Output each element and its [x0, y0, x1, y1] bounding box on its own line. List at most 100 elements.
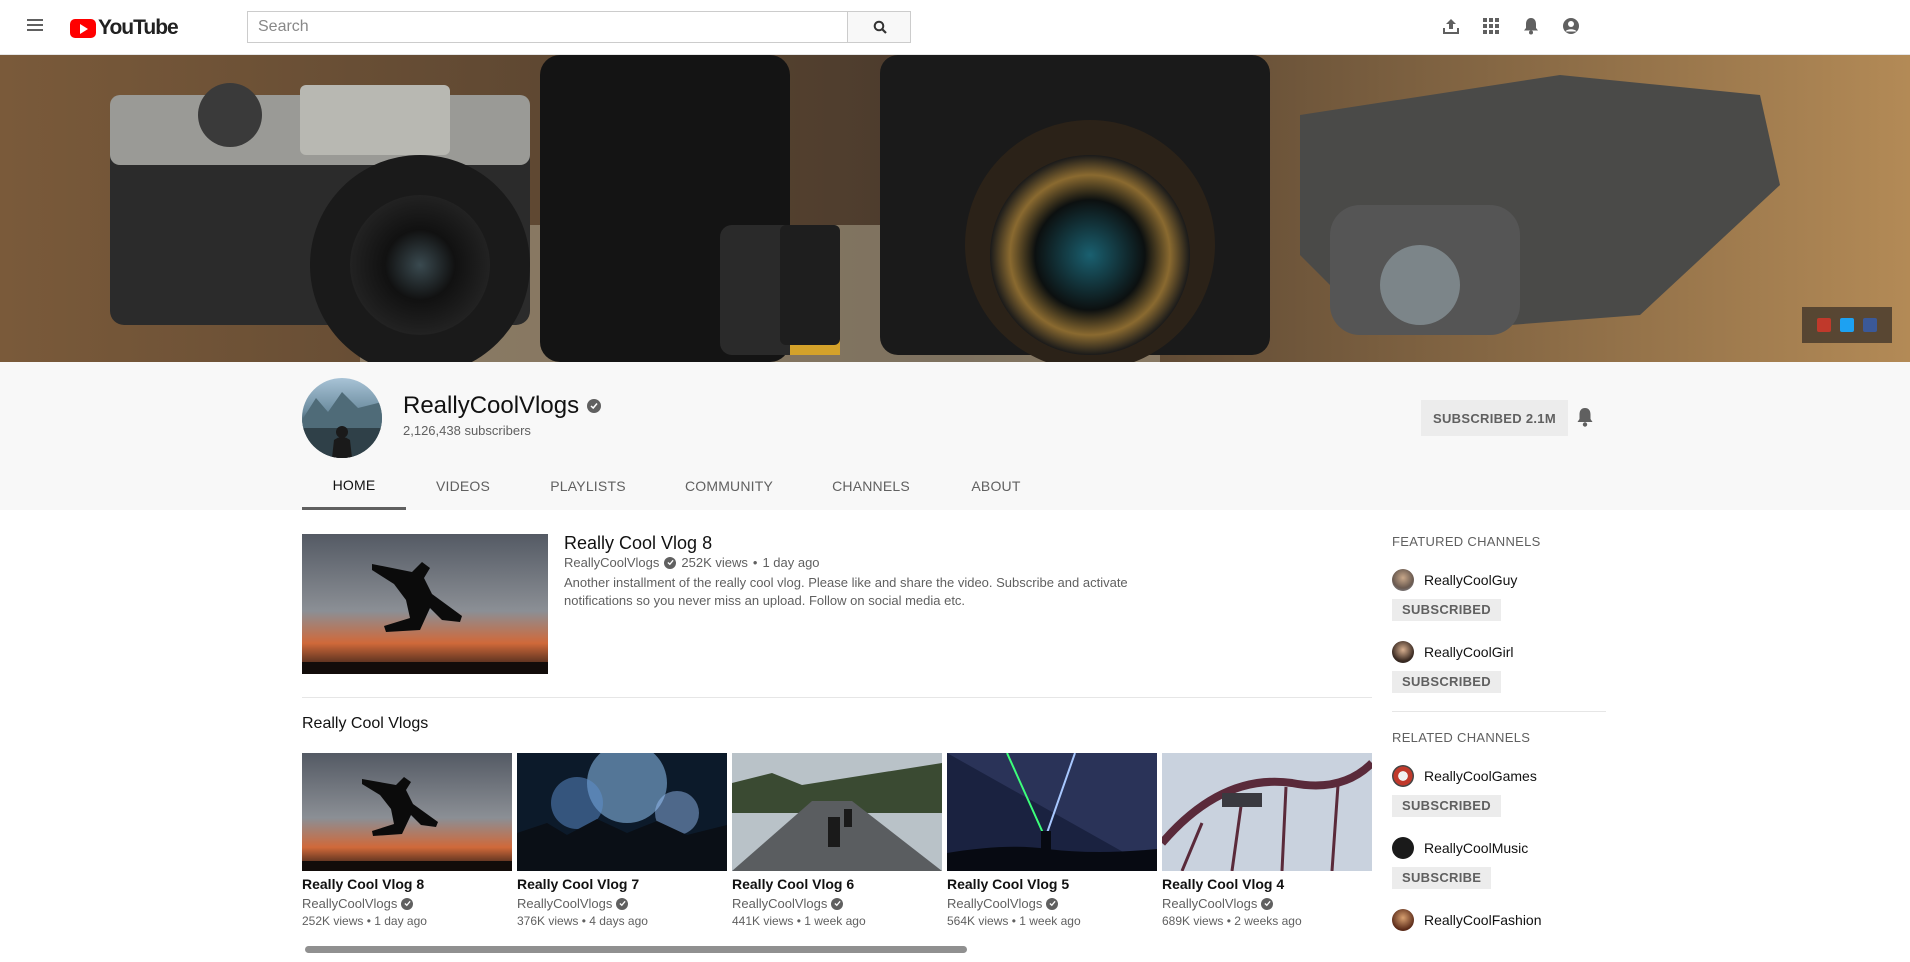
search-button[interactable]	[847, 11, 911, 43]
verified-icon	[664, 556, 677, 569]
shelf-video-item[interactable]: Really Cool Vlog 6 ReallyCoolVlogs 441K …	[732, 753, 942, 928]
video-meta: 376K views • 4 days ago	[517, 914, 648, 928]
road-skaters-image	[732, 753, 942, 871]
verified-icon	[1261, 897, 1274, 910]
channel-name: ReallyCoolVlogs	[403, 392, 580, 419]
roller-coaster-image	[1162, 753, 1372, 871]
featured-channel-item: ReallyCoolGuy SUBSCRIBED	[1392, 569, 1606, 621]
logo-text: YouTube	[98, 16, 179, 39]
verified-icon	[587, 399, 602, 413]
video-channel: ReallyCoolVlogs	[517, 896, 727, 911]
channel-name[interactable]: ReallyCoolGames	[1424, 768, 1537, 784]
jump-silhouette-image	[302, 753, 512, 871]
video-channel: ReallyCoolVlogs	[732, 896, 942, 911]
channel-avatar[interactable]	[1392, 837, 1414, 859]
video-title[interactable]: Really Cool Vlog 6	[732, 876, 942, 892]
facebook-icon[interactable]	[1863, 318, 1877, 332]
search-input[interactable]	[247, 11, 847, 43]
channel-header: ReallyCoolVlogs 2,126,438 subscribers SU…	[0, 362, 1910, 510]
related-channel-item: ReallyCoolGames SUBSCRIBED	[1392, 765, 1606, 817]
shelf-scrollbar[interactable]	[305, 946, 967, 953]
channel-avatar[interactable]	[1392, 569, 1414, 591]
related-channel-item: ReallyCoolMusic SUBSCRIBE	[1392, 837, 1606, 889]
instagram-icon[interactable]	[1817, 318, 1831, 332]
channel-link[interactable]: ReallyCoolVlogs	[1162, 896, 1257, 911]
banner-artwork	[0, 55, 1910, 362]
video-thumbnail[interactable]	[517, 753, 727, 871]
channel-avatar[interactable]	[1392, 765, 1414, 787]
verified-icon	[616, 897, 629, 910]
notification-bell-icon[interactable]	[1576, 407, 1594, 432]
video-meta: 252K views • 1 day ago	[302, 914, 427, 928]
apps-icon[interactable]	[1480, 15, 1502, 37]
social-links	[1802, 307, 1892, 343]
account-icon[interactable]	[1560, 15, 1582, 37]
featured-video-description: Another installment of the really cool v…	[564, 575, 1128, 608]
separator-dot: •	[752, 555, 758, 570]
channels-sidebar: FEATURED CHANNELS ReallyCoolGuy SUBSCRIB…	[1392, 530, 1606, 931]
featured-channel-name[interactable]: ReallyCoolVlogs	[564, 555, 659, 570]
video-channel: ReallyCoolVlogs	[302, 896, 512, 911]
video-thumbnail[interactable]	[732, 753, 942, 871]
tab-videos[interactable]: VIDEOS	[406, 462, 520, 510]
channel-link[interactable]: ReallyCoolVlogs	[732, 896, 827, 911]
related-channels-heading: RELATED CHANNELS	[1392, 730, 1531, 745]
channel-avatar[interactable]	[302, 378, 382, 458]
twitter-icon[interactable]	[1840, 318, 1854, 332]
subscribed-button[interactable]: SUBSCRIBED	[1392, 671, 1501, 693]
avatar-image	[302, 392, 382, 458]
channel-link[interactable]: ReallyCoolVlogs	[517, 896, 612, 911]
subscribe-button[interactable]: SUBSCRIBE	[1392, 867, 1492, 889]
channel-avatar[interactable]	[1392, 909, 1414, 931]
video-thumbnail[interactable]	[947, 753, 1157, 871]
channel-banner	[0, 55, 1910, 362]
sidebar-divider	[1392, 711, 1606, 712]
tab-community[interactable]: COMMUNITY	[656, 462, 802, 510]
video-thumbnail[interactable]	[302, 753, 512, 871]
channel-link[interactable]: ReallyCoolVlogs	[302, 896, 397, 911]
top-bar: YouTube	[0, 0, 1910, 55]
concert-image	[517, 753, 727, 871]
shelf-video-item[interactable]: Really Cool Vlog 5 ReallyCoolVlogs 564K …	[947, 753, 1157, 928]
featured-video-meta: ReallyCoolVlogs 252K views • 1 day ago	[564, 555, 820, 570]
channel-name[interactable]: ReallyCoolMusic	[1424, 840, 1528, 856]
subscribed-button[interactable]: SUBSCRIBED	[1392, 795, 1501, 817]
hamburger-menu-icon[interactable]	[24, 16, 46, 38]
featured-video-thumbnail[interactable]	[302, 534, 548, 674]
video-thumbnail[interactable]	[1162, 753, 1372, 871]
featured-views: 252K views	[681, 555, 748, 570]
tab-channels[interactable]: CHANNELS	[802, 462, 940, 510]
video-title[interactable]: Really Cool Vlog 4	[1162, 876, 1372, 892]
verified-icon	[1046, 897, 1059, 910]
tab-about[interactable]: ABOUT	[940, 462, 1052, 510]
featured-age: 1 day ago	[762, 555, 820, 570]
tab-home[interactable]: HOME	[302, 462, 406, 510]
related-channel-item: ReallyCoolFashion	[1392, 909, 1606, 931]
channel-avatar[interactable]	[1392, 641, 1414, 663]
video-channel: ReallyCoolVlogs	[1162, 896, 1372, 911]
subscriber-count: 2,126,438 subscribers	[403, 423, 531, 438]
upload-icon[interactable]	[1440, 15, 1462, 37]
tab-playlists[interactable]: PLAYLISTS	[520, 462, 656, 510]
shelf-video-item[interactable]: Really Cool Vlog 8 ReallyCoolVlogs 252K …	[302, 753, 512, 928]
subscribed-button[interactable]: SUBSCRIBED	[1392, 599, 1501, 621]
video-title[interactable]: Really Cool Vlog 5	[947, 876, 1157, 892]
shelf-video-item[interactable]: Really Cool Vlog 7 ReallyCoolVlogs 376K …	[517, 753, 727, 928]
play-logo-icon	[70, 18, 96, 38]
video-meta: 564K views • 1 week ago	[947, 914, 1081, 928]
youtube-logo[interactable]: YouTube	[70, 16, 179, 40]
video-title[interactable]: Really Cool Vlog 8	[302, 876, 512, 892]
video-title[interactable]: Really Cool Vlog 7	[517, 876, 727, 892]
subscribed-button[interactable]: SUBSCRIBED 2.1M	[1421, 400, 1568, 436]
channel-link[interactable]: ReallyCoolVlogs	[947, 896, 1042, 911]
channel-name[interactable]: ReallyCoolFashion	[1424, 912, 1542, 928]
video-channel: ReallyCoolVlogs	[947, 896, 1157, 911]
shelf-title[interactable]: Really Cool Vlogs	[302, 715, 428, 733]
channel-name[interactable]: ReallyCoolGuy	[1424, 572, 1517, 588]
shelf-video-item[interactable]: Really Cool Vlog 4 ReallyCoolVlogs 689K …	[1162, 753, 1372, 928]
notifications-icon[interactable]	[1520, 15, 1542, 37]
channel-name[interactable]: ReallyCoolGirl	[1424, 644, 1513, 660]
featured-video: Really Cool Vlog 8 ReallyCoolVlogs 252K …	[302, 533, 1372, 697]
video-meta: 441K views • 1 week ago	[732, 914, 866, 928]
featured-video-title[interactable]: Really Cool Vlog 8	[564, 533, 712, 554]
